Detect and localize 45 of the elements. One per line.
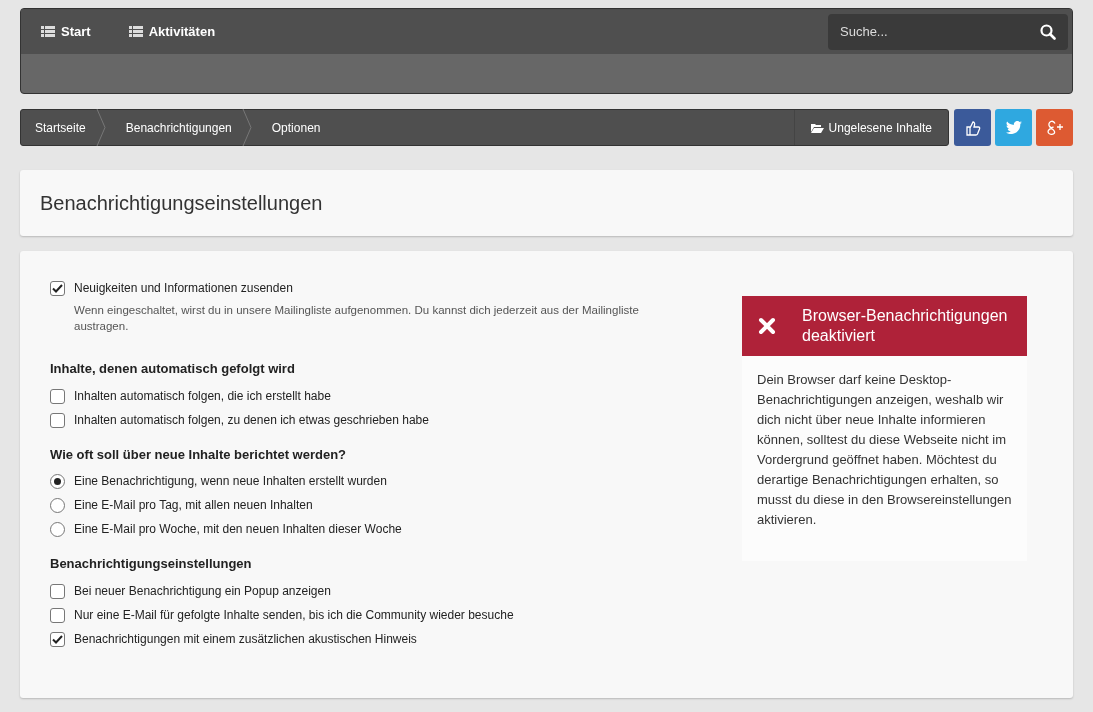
list-icon [128,26,143,37]
option-label[interactable]: Eine Benachrichtigung, wenn neue Inhalten erstellt wurden [74,474,387,489]
radio-button[interactable] [50,474,65,489]
thumbs-up-icon [964,119,981,136]
search-field[interactable]: Suche... [828,13,1068,50]
checkbox[interactable] [50,412,65,428]
section-heading: Benachrichtigungseinstellungen [50,555,253,573]
option-label[interactable]: Eine E-Mail pro Tag, mit allen neuen Inhalten [74,498,313,513]
option-description: Wenn eingeschaltet, wirst du in unsere Mailingliste aufgenommen. Du kannst dich jederzeit aus der Mailingliste austragen. [74,303,640,334]
google-plus-button[interactable] [1036,109,1073,146]
option-label[interactable]: Inhalten automatisch folgen, die ich erstellt habe [74,388,331,404]
option-label[interactable]: Inhalten automatisch folgen, zu denen ich etwas geschrieben habe [74,412,429,428]
option-label[interactable]: Eine E-Mail pro Woche, mit den neuen Inhalten dieser Woche [74,522,402,537]
search-icon [1040,23,1056,40]
google-plus-icon [1045,119,1064,136]
section-heading: Inhalte, denen automatisch gefolgt wird [50,360,296,378]
unread-content-button[interactable]: Ungelesene Inhalte [793,110,948,145]
section-heading: Wie oft soll über neue Inhalte berichtet werden? [50,445,348,464]
nav-link[interactable]: Aktivitäten [128,21,216,42]
breadcrumb-link[interactable]: Startseite [21,110,96,145]
checkbox[interactable] [50,607,65,623]
option-label[interactable]: Bei neuer Benachrichtigung ein Popup anzeigen [74,583,331,599]
close-icon [758,317,776,335]
alert-title: Browser-Benachrichtigungen deaktiviert [802,306,1009,346]
list-icon [41,26,55,37]
folder-icon [810,122,824,133]
breadcrumb-separator-icon [95,109,106,146]
checkbox[interactable] [50,631,65,647]
breadcrumb-link[interactable]: Optionen [251,110,331,145]
option-label[interactable]: Benachrichtigungen mit einem zusätzlichen akustischen Hinweis [74,631,417,647]
breadcrumb-separator-icon [241,109,252,146]
option-label[interactable]: Neuigkeiten und Informationen zusenden [74,281,674,296]
radio-button[interactable] [50,498,65,513]
radio-button[interactable] [50,522,65,537]
facebook-like-button[interactable] [954,109,991,146]
checkbox[interactable] [50,583,65,599]
checkbox[interactable] [50,281,65,296]
breadcrumb-link[interactable]: Benachrichtigungen [105,110,242,145]
nav-link[interactable]: Start [41,21,91,42]
bird-icon [1005,121,1022,134]
page-title: Benachrichtigungseinstellungen [40,191,323,216]
checkbox[interactable] [50,388,65,404]
twitter-button[interactable] [995,109,1032,146]
alert-message: Dein Browser darf keine Desktop-Benachrichtigungen anzeigen, weshalb wir dich nicht über neue Inhalte informieren können, solltest du diese Webseite nicht im Vordergrund geöffnet haben. Möchtest du derartige Benachrichtigungen erhalten, so musst du diese in den Browsereinstellungen aktivieren. [756,371,1013,529]
option-label[interactable]: Nur eine E-Mail für gefolgte Inhalte senden, bis ich die Community wieder besuche [74,607,514,623]
